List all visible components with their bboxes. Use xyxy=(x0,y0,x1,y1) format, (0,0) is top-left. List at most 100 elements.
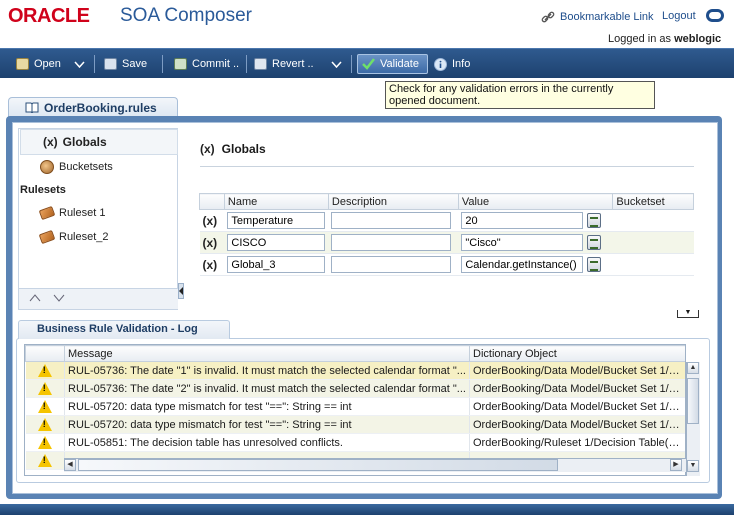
variable-x-icon: (x) xyxy=(202,213,218,228)
global-name-field[interactable] xyxy=(227,212,326,229)
globals-title: Globals xyxy=(221,142,266,156)
variable-x-icon: (x) xyxy=(43,135,58,149)
tab-orderbooking-rules[interactable]: OrderBooking.rules xyxy=(8,97,178,117)
table-row[interactable]: RUL-05736: The date "1" is invalid. It m… xyxy=(25,361,685,380)
table-row[interactable]: (x) xyxy=(199,231,694,254)
link-chain-icon xyxy=(541,11,555,23)
move-up-icon[interactable] xyxy=(29,294,41,302)
open-button[interactable]: Open xyxy=(12,54,65,74)
validate-button[interactable]: Validate xyxy=(357,54,428,74)
global-description-field[interactable] xyxy=(331,234,452,251)
validation-log-table: Message Dictionary Object RUL-05736: The… xyxy=(24,344,686,476)
commit-icon xyxy=(174,58,187,70)
save-button[interactable]: Save xyxy=(100,54,151,74)
nav-bucketsets-label: Bucketsets xyxy=(59,161,113,173)
nav-item-bucketsets[interactable]: Bucketsets xyxy=(40,160,113,174)
column-header-value[interactable]: Value xyxy=(457,193,614,210)
toolbar-separator xyxy=(246,55,247,73)
chevron-down-icon xyxy=(74,60,85,68)
global-name-field[interactable] xyxy=(227,234,326,251)
warning-icon xyxy=(37,418,52,431)
global-value-field[interactable] xyxy=(461,256,584,273)
horizontal-scrollbar[interactable]: ◀ ▶ xyxy=(64,458,686,472)
global-name-field[interactable] xyxy=(227,256,326,273)
column-header-select xyxy=(199,193,225,210)
revert-label: Revert .. xyxy=(272,58,314,70)
open-dropdown[interactable] xyxy=(70,54,89,74)
table-row[interactable]: (x) xyxy=(199,209,694,232)
toolbar-separator xyxy=(351,55,352,73)
variable-x-icon: (x) xyxy=(202,257,218,272)
tab-validation-log[interactable]: Business Rule Validation - Log xyxy=(18,320,230,339)
column-header-dictionary-object[interactable]: Dictionary Object xyxy=(469,345,685,362)
nav-globals-label: Globals xyxy=(62,135,107,149)
ruleset-label: Ruleset 1 xyxy=(59,207,106,219)
chevron-down-icon xyxy=(331,60,342,68)
move-down-icon[interactable] xyxy=(53,294,65,302)
column-header-severity xyxy=(25,345,65,362)
nav-item-ruleset-2[interactable]: Ruleset_2 xyxy=(38,229,109,245)
nav-item-ruleset-1[interactable]: Ruleset 1 xyxy=(38,205,106,221)
scroll-down-icon[interactable]: ▼ xyxy=(687,460,699,472)
warning-icon xyxy=(37,436,52,449)
revert-dropdown[interactable] xyxy=(327,54,346,74)
log-dictionary-object: OrderBooking/Data Model/Bucket Set 1/Buc… xyxy=(469,361,685,380)
bucketset-cell[interactable] xyxy=(612,253,694,276)
info-button[interactable]: Info xyxy=(430,54,474,74)
table-row[interactable]: RUL-05736: The date "2" is invalid. It m… xyxy=(25,379,685,398)
variable-x-icon: (x) xyxy=(202,235,218,250)
oracle-logo: ORACLE xyxy=(8,5,90,27)
column-header-name[interactable]: Name xyxy=(223,193,329,210)
scroll-left-icon[interactable]: ◀ xyxy=(64,459,76,471)
bucketset-cell[interactable] xyxy=(612,231,694,254)
vertical-scrollbar[interactable]: ▲ ▼ xyxy=(686,362,700,476)
globals-table: Name Description Value Bucketset (x) (x)… xyxy=(199,193,694,276)
checkmark-icon xyxy=(362,58,375,70)
scroll-up-icon[interactable]: ▲ xyxy=(687,362,699,374)
table-row[interactable]: RUL-05851: The decision table has unreso… xyxy=(25,433,685,452)
logout-link[interactable]: Logout xyxy=(662,10,696,22)
collapse-left-icon xyxy=(179,287,183,295)
table-row[interactable]: RUL-05720: data type mismatch for test "… xyxy=(25,415,685,434)
tab-label: OrderBooking.rules xyxy=(44,100,157,115)
log-message: RUL-05736: The date "2" is invalid. It m… xyxy=(64,379,470,398)
column-header-bucketset[interactable]: Bucketset xyxy=(612,193,694,210)
toolbar-separator xyxy=(94,55,95,73)
variable-x-icon: (x) xyxy=(200,142,215,156)
username: weblogic xyxy=(674,33,722,45)
nav-item-globals[interactable]: (x) Globals xyxy=(20,129,178,155)
log-dictionary-object: OrderBooking/Data Model/Bucket Set 1/2/e… xyxy=(469,415,685,434)
expression-builder-icon[interactable] xyxy=(587,213,602,229)
oracle-o-icon xyxy=(706,9,724,22)
global-description-field[interactable] xyxy=(331,212,452,229)
navigator-footer xyxy=(19,288,178,309)
commit-label: Commit .. xyxy=(192,58,240,70)
expression-builder-icon[interactable] xyxy=(587,257,602,273)
global-value-field[interactable] xyxy=(461,234,584,251)
revert-button[interactable]: Revert .. xyxy=(250,54,318,74)
log-header-row: Message Dictionary Object xyxy=(25,345,685,362)
collapse-panel-icon[interactable]: ▼ xyxy=(677,309,699,318)
pane-splitter[interactable] xyxy=(178,283,184,299)
global-value-field[interactable] xyxy=(461,212,584,229)
table-row[interactable]: (x) xyxy=(199,253,694,276)
log-dictionary-object: OrderBooking/Data Model/Bucket Set 1/Buc… xyxy=(469,379,685,398)
book-icon xyxy=(25,102,39,113)
column-header-description[interactable]: Description xyxy=(327,193,459,210)
global-description-field[interactable] xyxy=(331,256,452,273)
log-dictionary-object: OrderBooking/Ruleset 1/Decision Table(Co… xyxy=(469,433,685,452)
warning-icon xyxy=(37,382,52,395)
bookmarkable-link[interactable]: Bookmarkable Link xyxy=(541,10,654,24)
column-header-message[interactable]: Message xyxy=(64,345,470,362)
ruleset-icon xyxy=(38,205,56,221)
bucketset-cell[interactable] xyxy=(612,209,694,232)
scrollbar-thumb[interactable] xyxy=(687,378,699,424)
expression-builder-icon[interactable] xyxy=(587,235,602,251)
bucketset-icon xyxy=(40,160,54,174)
scrollbar-thumb[interactable] xyxy=(78,459,558,471)
table-row[interactable]: RUL-05720: data type mismatch for test "… xyxy=(25,397,685,416)
scroll-right-icon[interactable]: ▶ xyxy=(670,459,682,471)
info-icon xyxy=(434,57,447,71)
commit-button[interactable]: Commit .. xyxy=(170,54,243,74)
rulesets-heading: Rulesets xyxy=(20,184,66,196)
